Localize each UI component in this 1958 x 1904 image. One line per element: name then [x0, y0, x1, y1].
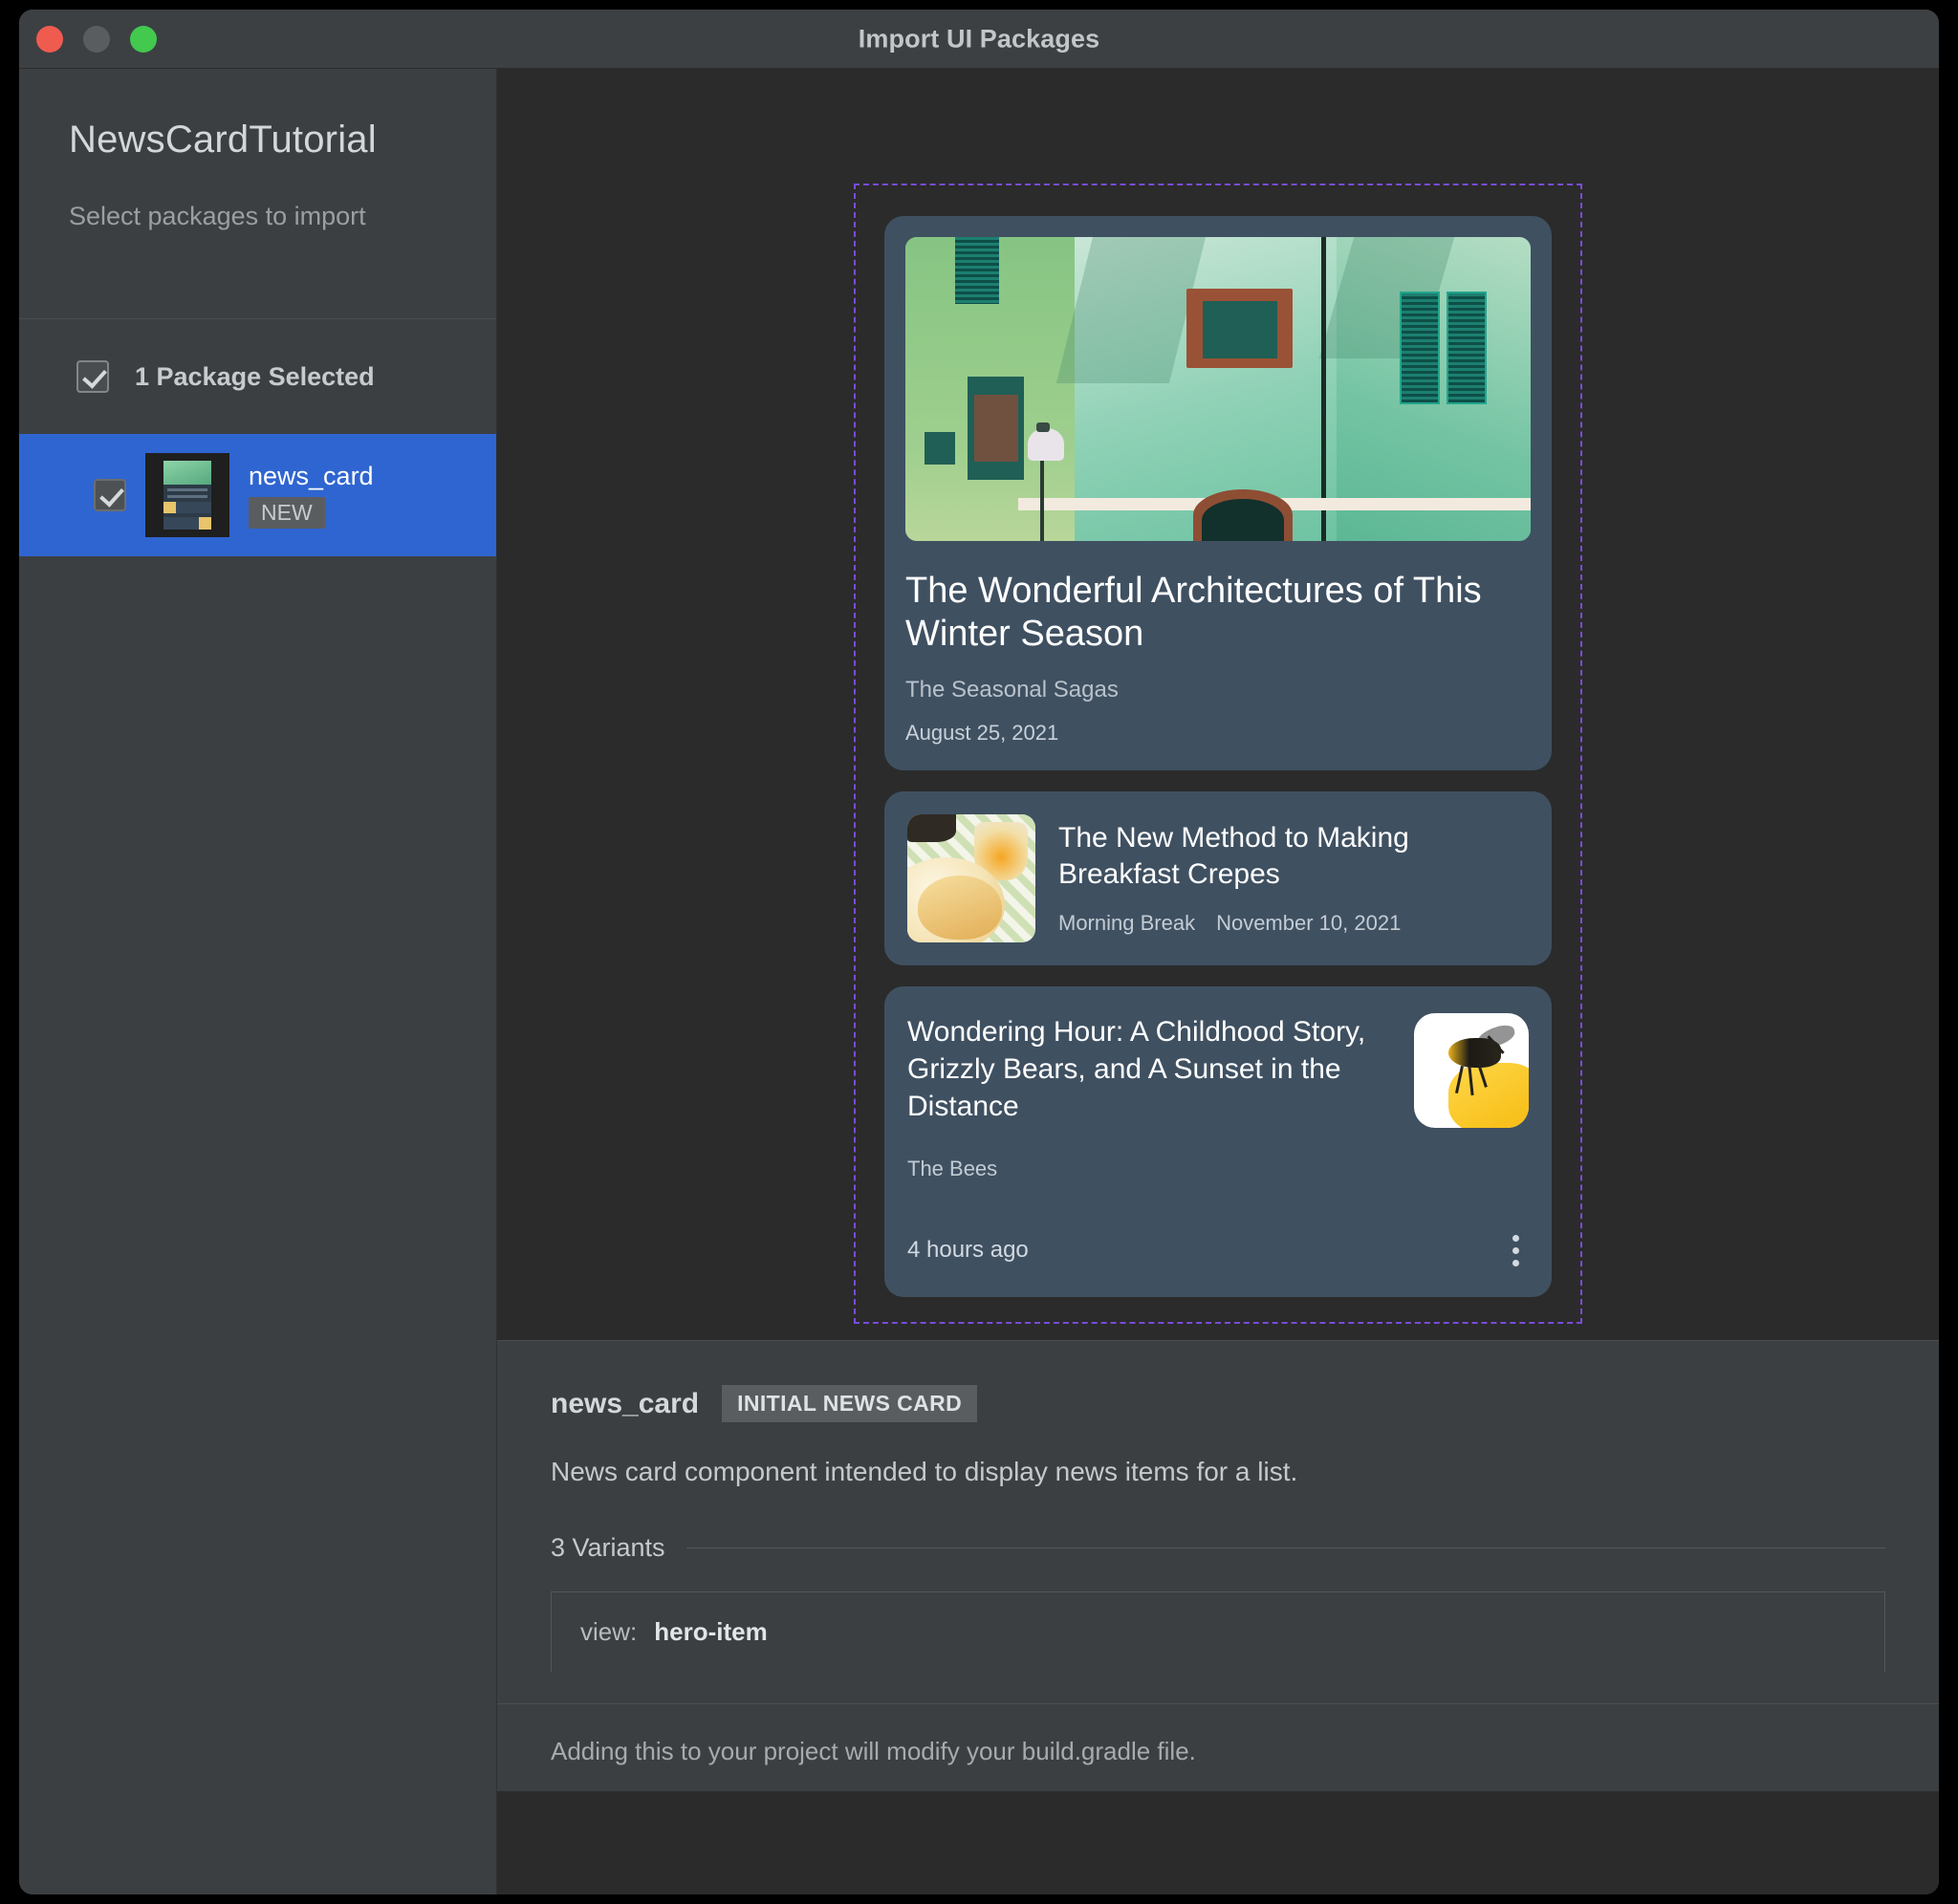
package-checkbox[interactable] — [94, 479, 126, 511]
component-info-panel: news_card INITIAL NEWS CARD News card co… — [497, 1340, 1939, 1703]
footer-note: Adding this to your project will modify … — [497, 1703, 1939, 1791]
list-item-source: The Bees — [907, 1156, 998, 1180]
window-title: Import UI Packages — [858, 24, 1100, 53]
hero-card-source: The Seasonal Sagas — [905, 676, 1119, 703]
page-title: NewsCardTutorial — [69, 119, 377, 161]
window-body: NewsCardTutorial Select packages to impo… — [19, 69, 1939, 1894]
kebab-menu-icon[interactable] — [1503, 1229, 1529, 1272]
import-ui-packages-window: Import UI Packages NewsCardTutorial Sele… — [19, 10, 1939, 1894]
select-all-row[interactable]: 1 Package Selected — [19, 319, 496, 434]
list-item-thumbnail — [907, 813, 1035, 942]
divider — [685, 1547, 1885, 1548]
component-description: News card component intended to display … — [551, 1457, 1298, 1486]
sidebar-subtitle: Select packages to import — [69, 202, 366, 230]
news-card-list-item-2[interactable]: Wondering Hour: A Childhood Story, Grizz… — [884, 985, 1552, 1297]
news-card-hero[interactable]: The Wonderful Architectures of This Wint… — [884, 216, 1552, 770]
variants-count-label: 3 Variants — [551, 1533, 665, 1562]
hero-card-date: August 25, 2021 — [905, 720, 1059, 745]
hero-card-title: The Wonderful Architectures of This Wint… — [905, 571, 1482, 654]
main-panel: The Wonderful Architectures of This Wint… — [497, 69, 1939, 1894]
component-name: news_card — [551, 1387, 700, 1419]
component-tag-badge: INITIAL NEWS CARD — [722, 1385, 978, 1422]
title-bar: Import UI Packages — [19, 10, 1939, 69]
list-item-timestamp: 4 hours ago — [907, 1237, 1029, 1264]
preview-canvas: The Wonderful Architectures of This Wint… — [497, 69, 1939, 1340]
list-item-title: The New Method to Making Breakfast Crepe… — [1058, 821, 1409, 890]
list-item-source: Morning Break — [1058, 911, 1196, 936]
package-list-item-news-card[interactable]: news_card NEW — [19, 434, 496, 556]
news-card-list-item-1[interactable]: The New Method to Making Breakfast Crepe… — [884, 790, 1552, 965]
variant-key: view: — [580, 1617, 638, 1646]
select-all-checkbox[interactable] — [76, 360, 109, 393]
package-list: news_card NEW — [19, 434, 496, 1894]
variant-row[interactable]: view: hero-item — [551, 1591, 1885, 1672]
selected-count-label: 1 Package Selected — [135, 361, 375, 391]
sidebar: NewsCardTutorial Select packages to impo… — [19, 69, 497, 1894]
package-name: news_card — [249, 462, 374, 490]
hero-image — [905, 237, 1531, 541]
package-thumbnail — [145, 453, 229, 537]
sidebar-header: NewsCardTutorial Select packages to impo… — [19, 69, 496, 319]
list-item-date: November 10, 2021 — [1216, 911, 1402, 936]
variant-value: hero-item — [654, 1617, 768, 1646]
component-bounds-outline: The Wonderful Architectures of This Wint… — [854, 184, 1582, 1324]
list-item-title: Wondering Hour: A Childhood Story, Grizz… — [907, 1015, 1366, 1122]
list-item-thumbnail — [1414, 1012, 1529, 1128]
status-badge: NEW — [249, 497, 325, 529]
